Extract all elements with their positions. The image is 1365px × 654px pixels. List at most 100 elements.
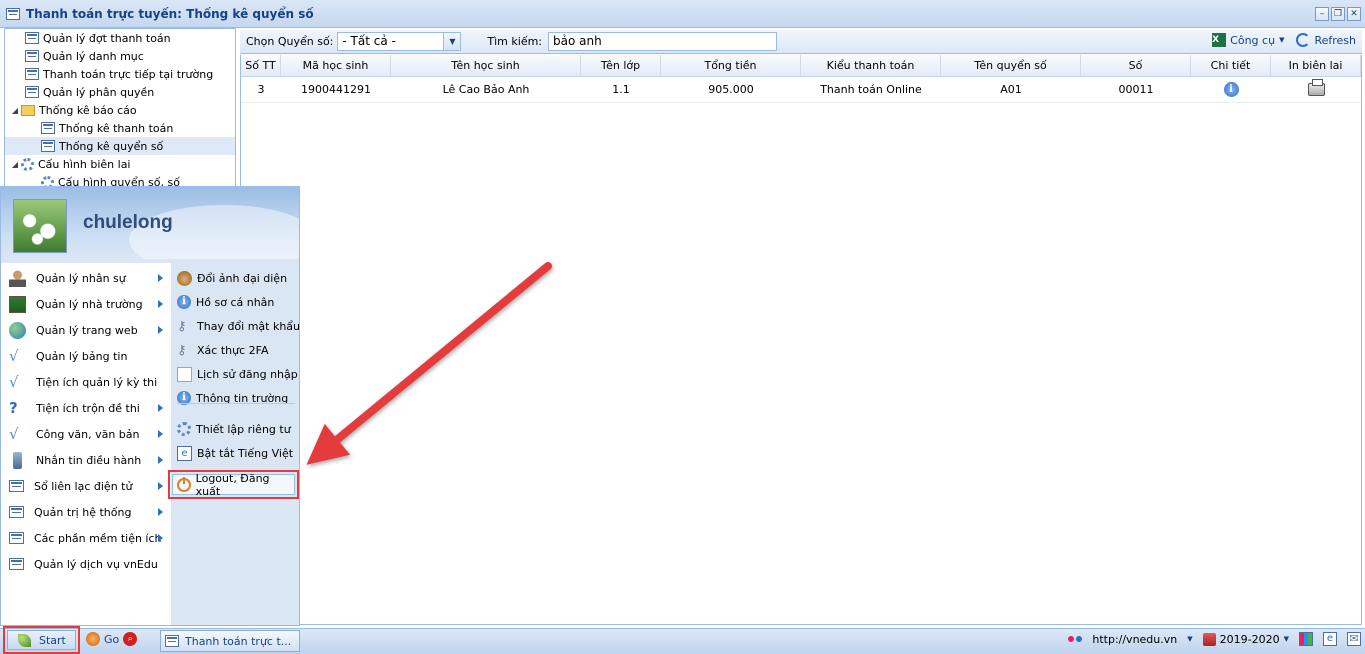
chevron-down-icon[interactable]: ▼ — [443, 33, 461, 50]
menu-item-ho-so[interactable]: i Hồ sơ cá nhân — [177, 291, 297, 313]
menu-item-doi-anh[interactable]: Đổi ảnh đại diện — [177, 267, 297, 289]
menu-separator — [177, 403, 295, 404]
menu-item-cong-van[interactable]: √ Công văn, văn bản — [9, 423, 165, 445]
school-year-selector[interactable]: 2019-2020 ▼ — [1202, 632, 1289, 646]
col-header-in-bien-lai[interactable]: In biên lai — [1271, 55, 1361, 76]
avatar[interactable] — [13, 199, 67, 253]
collapse-icon[interactable]: ◢ — [9, 160, 21, 169]
grid-header: Số TT Mã học sinh Tên học sinh Tên lớp T… — [241, 55, 1361, 77]
list-icon — [25, 86, 39, 98]
col-header-so[interactable]: Số — [1081, 55, 1191, 76]
menu-item-phan-mem-tien-ich[interactable]: Các phần mềm tiện ích — [9, 527, 165, 549]
menu-item-thong-tin-truong[interactable]: i Thông tin trường — [177, 387, 297, 409]
printer-icon[interactable] — [1307, 79, 1325, 96]
calendar-icon — [1202, 632, 1216, 646]
flickr-dots-icon — [1068, 636, 1083, 642]
menu-item-bat-tat-tieng-viet[interactable]: e Bật tắt Tiếng Việt — [177, 442, 297, 464]
col-header-kieu-thanh-toan[interactable]: Kiểu thanh toán — [801, 55, 941, 76]
menu-item-xac-thuc-2fa[interactable]: ⚷ Xác thực 2FA — [177, 339, 297, 361]
avatar-face-icon — [177, 270, 192, 286]
logout-button[interactable]: Logout, Đăng xuất — [172, 472, 295, 498]
checkmark-pen-icon: √ — [9, 372, 19, 391]
app-tray-icon[interactable] — [1299, 632, 1313, 646]
list-icon — [25, 68, 39, 80]
tools-menu-button[interactable]: X Công cụ ▼ — [1212, 33, 1284, 47]
menu-item-dich-vu-vnedu[interactable]: Quản lý dịch vụ vnEdu — [9, 553, 165, 575]
close-button[interactable]: ✕ — [1347, 7, 1361, 21]
restore-button[interactable]: ❐ — [1331, 7, 1345, 21]
col-header-chi-tiet[interactable]: Chi tiết — [1191, 55, 1271, 76]
menu-item-so-lien-lac[interactable]: Sổ liên lạc điện tử — [9, 475, 165, 497]
window-icon — [9, 558, 24, 570]
refresh-button[interactable]: Refresh — [1296, 33, 1356, 47]
col-header-ten-hoc-sinh[interactable]: Tên học sinh — [391, 55, 581, 76]
col-header-ma-hoc-sinh[interactable]: Mã học sinh — [281, 55, 391, 76]
cell-ma-hoc-sinh: 1900441291 — [301, 82, 371, 96]
list-icon — [41, 140, 55, 152]
mail-icon[interactable]: ✉ — [1347, 632, 1361, 646]
menu-item-thiet-lap-rieng-tu[interactable]: Thiết lập riêng tư — [177, 418, 297, 440]
logout-highlight: Logout, Đăng xuất — [168, 470, 299, 499]
menu-item-nhan-tin[interactable]: Nhắn tin điều hành — [9, 449, 165, 471]
search-label: Tìm kiếm: — [487, 35, 543, 48]
col-header-ten-quyen-so[interactable]: Tên quyển số — [941, 55, 1081, 76]
col-header-stt[interactable]: Số TT — [241, 55, 281, 76]
excel-icon: X — [1212, 33, 1227, 47]
menu-item-trang-web[interactable]: Quản lý trang web — [9, 319, 165, 341]
table-row[interactable]: 3 1900441291 Lê Cao Bảo Anh 1.1 905.000 … — [241, 77, 1361, 103]
menu-item-ky-thi[interactable]: √ Tiện ích quản lý kỳ thi — [9, 371, 165, 393]
person-icon — [9, 269, 26, 287]
tree-item-thong-ke-quyen-so[interactable]: Thống kê quyển số — [5, 137, 235, 155]
tree-item-cau-hinh-bien-lai[interactable]: ◢ Cấu hình biên lai — [5, 155, 235, 173]
minimize-button[interactable]: – — [1315, 7, 1329, 21]
data-grid: Số TT Mã học sinh Tên học sinh Tên lớp T… — [240, 55, 1362, 625]
tree-item-thanh-toan-truc-tiep[interactable]: Thanh toán trực tiếp tại trường — [5, 65, 235, 83]
quyen-so-select[interactable]: - Tất cả - ▼ — [337, 32, 462, 51]
chevron-down-icon[interactable]: ▼ — [1187, 635, 1192, 643]
tree-item-thong-ke-bao-cao[interactable]: ◢ Thống kê báo cáo — [5, 101, 235, 119]
tree-item-dot-thanh-toan[interactable]: Quản lý đợt thanh toán — [5, 29, 235, 47]
taskbar-window-item[interactable]: Thanh toán trực t... — [160, 630, 300, 652]
globe-icon — [9, 321, 26, 339]
window-title: Thanh toán trực tuyến: Thống kê quyển số — [26, 6, 314, 21]
window-icon — [9, 506, 24, 518]
gear-icon — [177, 422, 191, 436]
menu-item-nhan-su[interactable]: Quản lý nhân sự — [9, 267, 165, 289]
language-e-icon: e — [177, 445, 192, 461]
start-highlight: Start — [3, 626, 80, 654]
system-tray: http://vnedu.vn ▼ 2019-2020 ▼ e ✉ — [1068, 632, 1361, 646]
submenu-arrow-icon — [158, 456, 163, 464]
menu-item-doi-mat-khau[interactable]: ⚷ Thay đổi mật khẩu — [177, 315, 300, 337]
cell-tong-tien: 905.000 — [708, 82, 754, 96]
language-e-icon[interactable]: e — [1323, 632, 1337, 646]
taskbar: Start Go ⌕ Thanh toán trực t... http://v… — [0, 626, 1365, 654]
checkmark-pen-icon: √ — [9, 346, 19, 365]
search-input[interactable]: bảo anh — [548, 32, 778, 51]
start-button[interactable]: Start — [7, 630, 76, 650]
go-button[interactable]: Go ⌕ — [86, 632, 138, 646]
menu-item-lich-su-dang-nhap[interactable]: Lịch sử đăng nhập — [177, 363, 298, 385]
url-label[interactable]: http://vnedu.vn — [1092, 633, 1177, 646]
search-icon[interactable]: ⌕ — [123, 632, 138, 646]
window-icon — [9, 480, 24, 492]
tree-item-phan-quyen[interactable]: Quản lý phân quyền — [5, 83, 235, 101]
collapse-icon[interactable]: ◢ — [9, 106, 21, 115]
tree-item-thong-ke-thanh-toan[interactable]: Thống kê thanh toán — [5, 119, 235, 137]
menu-item-tron-de-thi[interactable]: ? Tiện ích trộn đề thi — [9, 397, 165, 419]
menu-item-quan-tri[interactable]: Quản trị hệ thống — [9, 501, 165, 523]
tree-item-danh-muc[interactable]: Quản lý danh mục — [5, 47, 235, 65]
col-header-ten-lop[interactable]: Tên lớp — [581, 55, 661, 76]
folder-icon — [21, 104, 35, 116]
cell-kieu-thanh-toan: Thanh toán Online — [820, 82, 922, 96]
history-key-icon — [177, 366, 192, 382]
start-menu-user-list: Đổi ảnh đại diện i Hồ sơ cá nhân ⚷ Thay đổ… — [171, 263, 300, 625]
submenu-arrow-icon — [158, 508, 163, 516]
col-header-tong-tien[interactable]: Tổng tiền — [661, 55, 801, 76]
cell-ten-lop: 1.1 — [612, 82, 630, 96]
start-menu-main-list: Quản lý nhân sự Quản lý nhà trường Quản … — [1, 263, 171, 625]
menu-item-bang-tin[interactable]: √ Quản lý bảng tin — [9, 345, 165, 367]
key-icon: ⚷ — [177, 342, 187, 358]
cell-so: 00011 — [1118, 82, 1154, 96]
info-icon[interactable]: i — [1223, 82, 1239, 97]
menu-item-nha-truong[interactable]: Quản lý nhà trường — [9, 293, 165, 315]
